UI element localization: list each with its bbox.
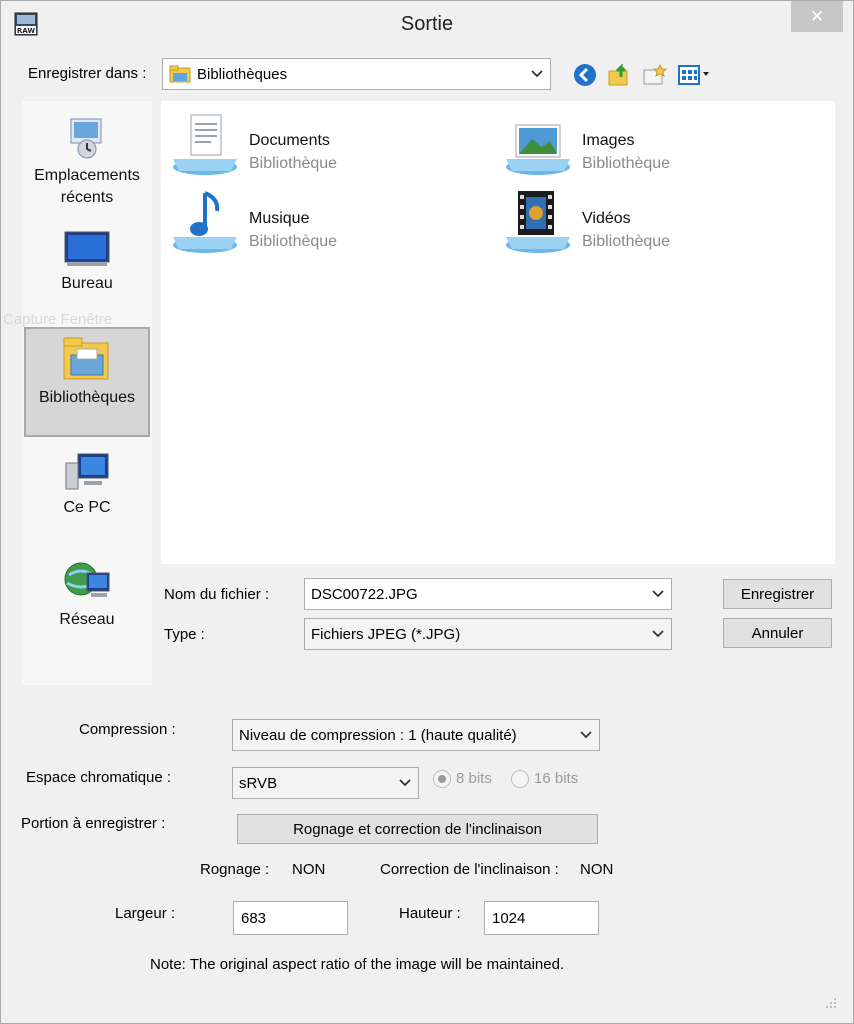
list-item[interactable]: Documents Bibliothèque: [161, 107, 481, 179]
libraries-icon: [63, 337, 109, 380]
back-icon[interactable]: [573, 63, 597, 87]
place-network[interactable]: Réseau: [22, 557, 152, 637]
place-libraries[interactable]: Bibliothèques: [24, 327, 150, 437]
chevron-down-icon: [580, 731, 592, 739]
crop-correction-button[interactable]: Rognage et correction de l'inclinaison: [237, 814, 598, 844]
height-input[interactable]: 1024: [484, 901, 599, 935]
crop-value: NON: [292, 861, 326, 878]
network-icon: [64, 562, 110, 597]
chevron-down-icon: [531, 70, 543, 78]
new-folder-icon[interactable]: [642, 63, 668, 87]
close-icon: ✕: [809, 6, 825, 26]
compression-label: Compression :: [79, 721, 176, 738]
close-button[interactable]: ✕: [791, 1, 843, 32]
resize-grip-icon[interactable]: [823, 995, 839, 1011]
cancel-button[interactable]: Annuler: [723, 618, 832, 648]
width-input[interactable]: 683: [233, 901, 348, 935]
radio-8bits[interactable]: [433, 770, 451, 788]
place-this-pc[interactable]: Ce PC: [22, 451, 152, 531]
save-in-value: Bibliothèques: [197, 65, 288, 83]
places-bar: Emplacements récents Bureau Bibliothèque…: [22, 101, 152, 685]
folder-libraries-icon: [169, 65, 191, 83]
music-library-icon: [173, 191, 237, 253]
radio-16bits[interactable]: [511, 770, 529, 788]
file-name-label: Nom du fichier :: [164, 586, 270, 603]
compression-value: Niveau de compression : 1 (haute qualité…: [239, 726, 517, 744]
place-desktop[interactable]: Bureau: [22, 229, 152, 309]
ghost-caption: Capture Fenêtre: [3, 311, 113, 328]
chevron-down-icon[interactable]: [651, 587, 665, 601]
file-type-label: Type :: [164, 626, 205, 643]
crop-label: Rognage :: [200, 861, 270, 878]
up-folder-icon[interactable]: [607, 61, 633, 87]
portion-label: Portion à enregistrer :: [21, 815, 166, 832]
width-label: Largeur :: [115, 905, 176, 922]
compression-select[interactable]: Niveau de compression : 1 (haute qualité…: [232, 719, 600, 751]
radio-8bits-label: 8 bits: [456, 770, 492, 787]
file-name-input[interactable]: DSC00722.JPG: [304, 578, 672, 610]
file-type-select[interactable]: Fichiers JPEG (*.JPG): [304, 618, 672, 650]
computer-icon: [65, 453, 109, 490]
videos-library-icon: [506, 191, 570, 253]
save-in-combo[interactable]: Bibliothèques: [162, 58, 551, 90]
list-item[interactable]: Musique Bibliothèque: [161, 185, 481, 257]
aspect-ratio-note: Note: The original aspect ratio of the i…: [150, 956, 565, 973]
height-label: Hauteur :: [399, 905, 461, 922]
list-item[interactable]: Vidéos Bibliothèque: [494, 185, 814, 257]
save-in-label: Enregistrer dans :: [28, 65, 147, 82]
tilt-label: Correction de l'inclinaison :: [380, 861, 559, 878]
colorspace-select[interactable]: sRVB: [232, 767, 419, 799]
chevron-down-icon: [399, 779, 411, 787]
place-recent[interactable]: Emplacements récents: [22, 109, 152, 213]
file-name-value: DSC00722.JPG: [311, 585, 418, 603]
save-dialog: RAW Sortie ✕ Enregistrer dans : Biblioth…: [0, 0, 854, 1024]
colorspace-value: sRVB: [239, 774, 278, 792]
list-item[interactable]: Images Bibliothèque: [494, 107, 814, 179]
save-button[interactable]: Enregistrer: [723, 579, 832, 609]
radio-16bits-label: 16 bits: [534, 770, 579, 787]
documents-library-icon: [173, 114, 237, 175]
pictures-library-icon: [506, 124, 570, 175]
chevron-down-icon: [652, 630, 664, 638]
tilt-value: NON: [580, 861, 614, 878]
window-title: Sortie: [400, 13, 454, 35]
view-menu-icon[interactable]: [678, 65, 716, 85]
desktop-icon: [64, 231, 110, 266]
file-list[interactable]: Documents Bibliothèque Images Bibliothèq…: [161, 101, 835, 564]
file-type-value: Fichiers JPEG (*.JPG): [311, 625, 461, 643]
recent-places-icon: [70, 118, 102, 159]
colorspace-label: Espace chromatique :: [26, 769, 172, 786]
title-bar: RAW Sortie ✕: [1, 1, 853, 48]
